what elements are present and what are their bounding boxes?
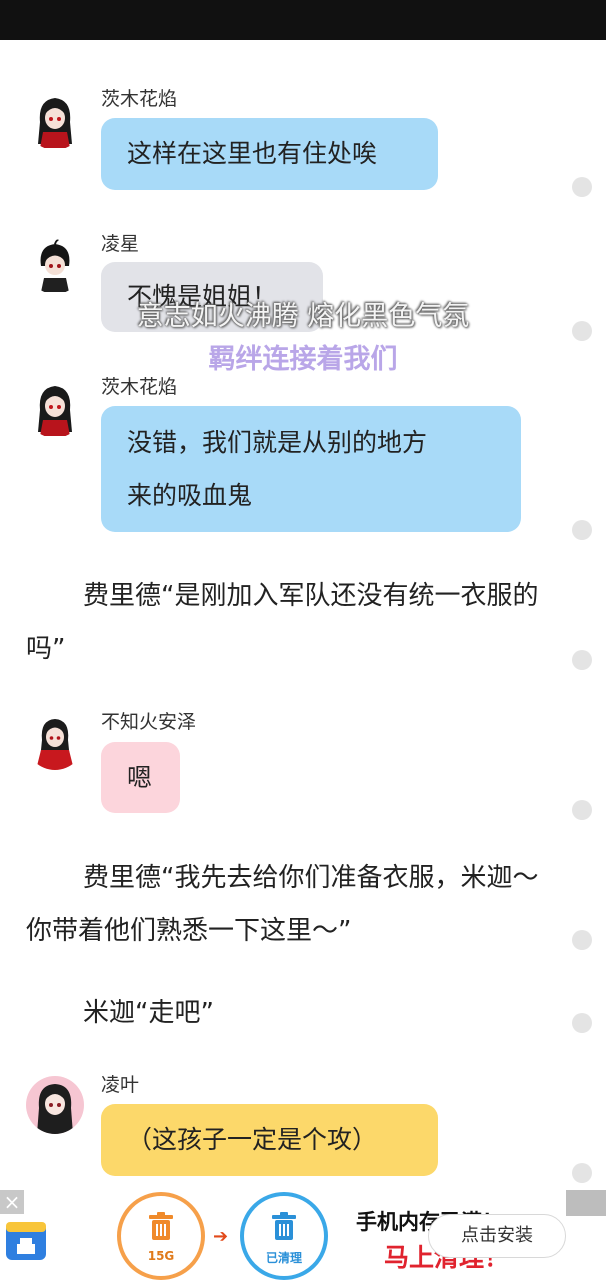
sender-name: 茨木花焰 (101, 376, 178, 398)
narration-text: 费里德“是刚加入军队还没有统一衣服的吗” (26, 581, 539, 664)
scroll-dot (572, 650, 592, 670)
girl-black-hair-red-cape-avatar[interactable] (26, 712, 84, 770)
message-text: 不愧是姐姐！ (127, 282, 278, 311)
message-bubble[interactable]: 这样在这里也有住处唉 (101, 118, 438, 190)
sender-name: 茨木花焰 (101, 88, 178, 110)
trash-icon (272, 1212, 296, 1240)
narration-text: 米迦“走吧” (83, 998, 214, 1028)
message-text-line: 没错，我们就是从别的地方 (127, 428, 428, 457)
trash-icon (149, 1212, 173, 1240)
arrow-right-icon: ➔ (213, 1226, 229, 1247)
girl-pink-background-avatar[interactable] (26, 1076, 84, 1134)
message-text: 嗯 (127, 763, 153, 792)
scroll-dot (572, 930, 592, 950)
message-bubble[interactable]: （这孩子一定是个攻） (101, 1104, 438, 1176)
install-button[interactable]: 点击安装 (428, 1214, 566, 1258)
message-bubble[interactable]: 不愧是姐姐！ (101, 262, 323, 332)
girl-red-black-hair-avatar[interactable] (26, 92, 84, 150)
scroll-dot (572, 321, 592, 341)
message-text: 这样在这里也有住处唉 (127, 139, 378, 168)
message-bubble[interactable]: 嗯 (101, 742, 180, 813)
status-bar (0, 0, 606, 40)
cleaner-app-icon (4, 1218, 48, 1262)
scroll-dot (572, 520, 592, 540)
lyric-line: 羁绊连接着我们 (208, 344, 398, 375)
scroll-dot (572, 1163, 592, 1183)
scroll-dot (572, 1013, 592, 1033)
narration-text: 费里德“我先去给你们准备衣服，米迦～你带着他们熟悉一下这里～” (26, 863, 539, 946)
message-text-line: 来的吸血鬼 (127, 481, 253, 510)
girl-red-black-hair-avatar[interactable] (26, 380, 84, 438)
cleaned-circle: 已清理 (240, 1192, 328, 1280)
scroll-dot (572, 177, 592, 197)
boy-black-hair-avatar[interactable] (26, 236, 84, 294)
storage-size-label: 15G (147, 1249, 175, 1263)
ad-banner[interactable]: × 15G ➔ 已清理 手机内存已满！ 马上清理！ 点击安装 (0, 1190, 606, 1280)
cleaned-label: 已清理 (265, 1251, 302, 1265)
sender-name: 不知火安泽 (101, 711, 197, 733)
message-text: （这孩子一定是个攻） (127, 1125, 378, 1154)
ad-corner-tab (566, 1190, 606, 1216)
message-bubble[interactable]: 没错，我们就是从别的地方 来的吸血鬼 (101, 406, 521, 532)
close-icon[interactable]: × (0, 1190, 24, 1214)
storage-full-circle: 15G (117, 1192, 205, 1280)
scroll-dot (572, 800, 592, 820)
sender-name: 凌叶 (101, 1074, 140, 1096)
sender-name: 凌星 (101, 233, 140, 255)
